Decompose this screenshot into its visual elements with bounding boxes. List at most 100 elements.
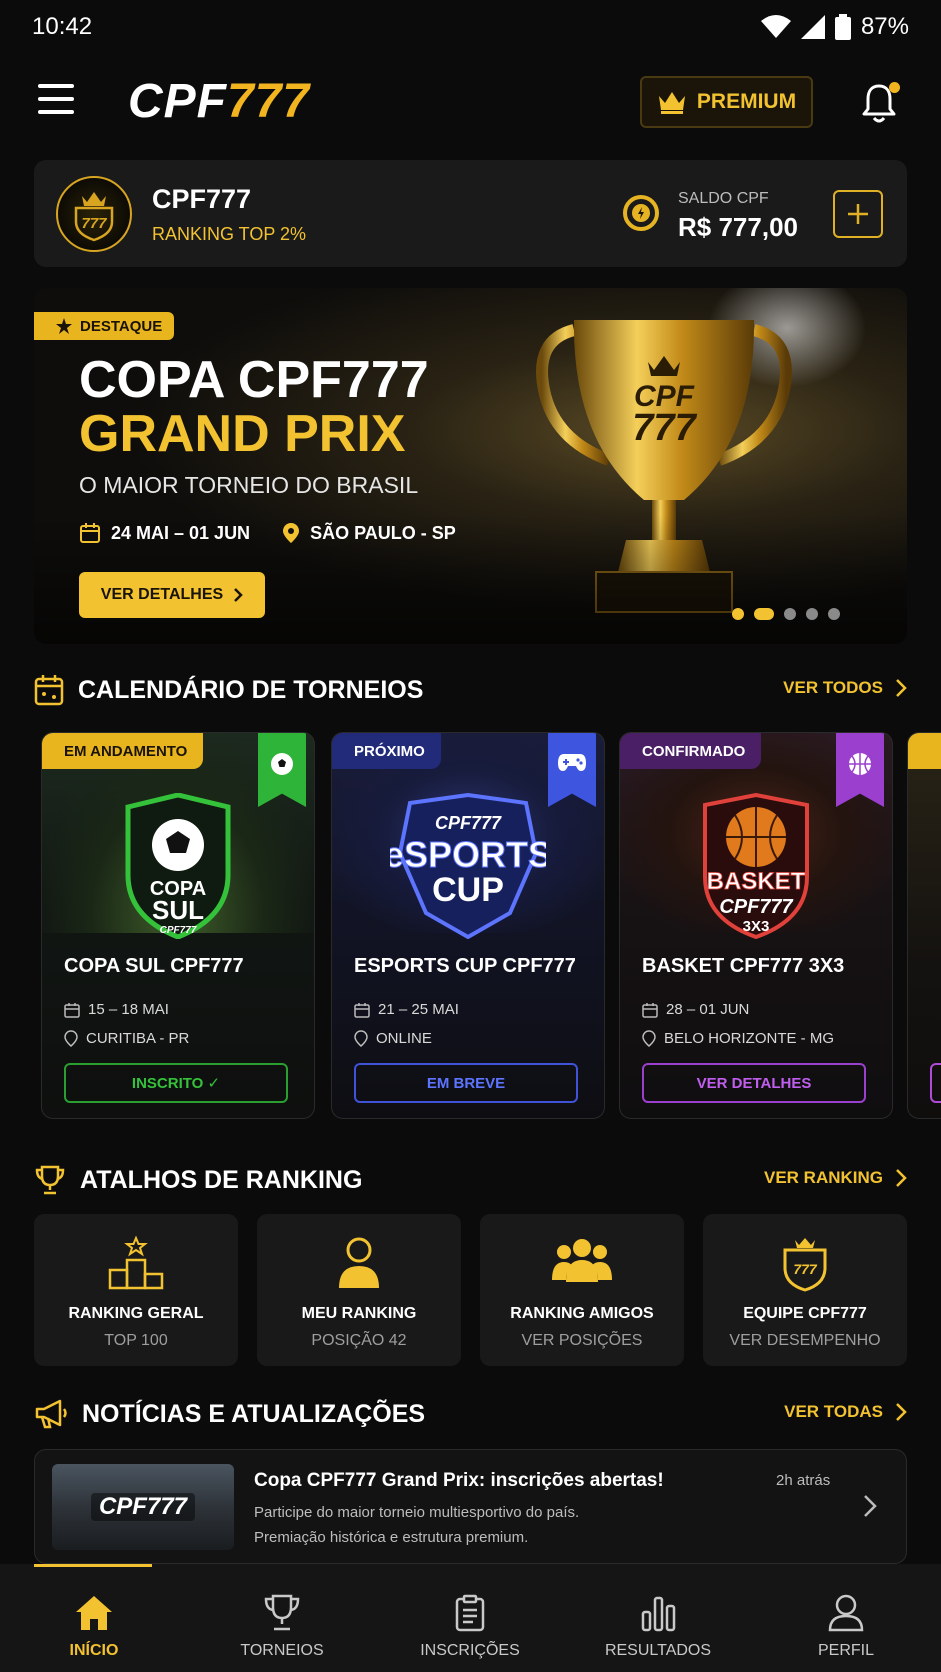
status-badge: CONFIRMADO	[620, 733, 762, 769]
user-card[interactable]: 777 CPF777 RANKING TOP 2% SALDO CPF R$ 7…	[34, 160, 907, 267]
shortcut-subtitle: VER POSIÇÕES	[521, 1332, 643, 1349]
status-icons: 87%	[760, 13, 909, 41]
plus-icon	[848, 204, 868, 224]
tournament-card[interactable]: PRÓXIMO CPF777 eSPORTS CUP ESPORTS CUP C…	[331, 732, 605, 1119]
crest-icon: 777	[74, 192, 114, 242]
news-headline: Copa CPF777 Grand Prix: inscrições abert…	[254, 1470, 664, 1491]
app-logo[interactable]: CPF777	[128, 74, 310, 129]
featured-banner[interactable]: CPF 777 DESTAQUE COPA CPF777 GRAND PRIX …	[34, 288, 907, 644]
status-badge: PRÓXIMO	[332, 733, 441, 769]
ranking-shortcut-friends[interactable]: RANKING AMIGOS VER POSIÇÕES	[480, 1214, 684, 1366]
tournament-card[interactable]: EM ANDAMENTO COPA SUL CPF777 COPA SUL CP…	[41, 732, 315, 1119]
details-button[interactable]: VER DETALHES	[642, 1063, 866, 1103]
status-bar: 10:42 87%	[0, 0, 941, 54]
location-pin-icon	[642, 1030, 656, 1047]
news-thumbnail: CPF777	[52, 1464, 234, 1550]
hero-title-line2: GRAND PRIX	[79, 405, 406, 463]
svg-text:SUL: SUL	[152, 895, 204, 925]
tournament-emblem: CPF777 eSPORTS CUP	[390, 793, 546, 939]
news-item[interactable]: CPF777 Copa CPF777 Grand Prix: inscriçõe…	[34, 1449, 907, 1564]
user-icon	[339, 1237, 379, 1288]
hero-title-line1: COPA CPF777	[79, 351, 429, 409]
news-body: Participe do maior torneio multiesportiv…	[254, 1504, 580, 1546]
chevron-right-icon	[896, 679, 907, 697]
svg-text:BASKET: BASKET	[707, 868, 806, 895]
coming-soon-button[interactable]: EM BREVE	[354, 1063, 578, 1103]
svg-text:777: 777	[81, 215, 107, 232]
ranking-shortcut-team[interactable]: 777 EQUIPE CPF777 VER DESEMPENHO	[703, 1214, 907, 1366]
coin-icon	[623, 195, 659, 231]
user-rank: RANKING TOP 2%	[152, 224, 307, 244]
see-all-news-link[interactable]: VER TODAS	[784, 1402, 907, 1422]
wifi-icon	[760, 15, 791, 38]
chevron-right-icon	[896, 1403, 907, 1421]
carousel-dot-3[interactable]	[784, 608, 796, 620]
hero-subtitle: O MAIOR TORNEIO DO BRASIL	[79, 472, 419, 498]
carousel-dot-4[interactable]	[806, 608, 818, 620]
carousel-dot-1[interactable]	[732, 608, 744, 620]
users-group-icon	[552, 1239, 612, 1282]
add-balance-button[interactable]	[833, 190, 883, 238]
see-all-tournaments-link[interactable]: VER TODOS	[783, 678, 907, 698]
premium-button[interactable]: PREMIUM	[640, 76, 813, 128]
app-bar: CPF777 PREMIUM	[0, 62, 941, 142]
basketball-icon	[849, 753, 871, 775]
shortcut-subtitle: POSIÇÃO 42	[311, 1332, 407, 1349]
nav-home[interactable]: INÍCIO	[0, 1564, 188, 1672]
megaphone-icon	[35, 1399, 67, 1429]
carousel-dot-5[interactable]	[828, 608, 840, 620]
bottom-navigation: INÍCIO TORNEIOS INSCRIÇÕES RESULTADOS PE…	[0, 1564, 941, 1672]
notification-dot	[889, 82, 900, 93]
carousel-dots[interactable]	[732, 608, 840, 620]
ranking-shortcut-general[interactable]: RANKING GERAL TOP 100	[34, 1214, 238, 1366]
bar-chart-icon	[641, 1596, 676, 1632]
notifications-button[interactable]	[860, 82, 900, 126]
location-pin-icon	[283, 523, 300, 543]
svg-text:CUP: CUP	[432, 871, 504, 909]
status-badge: EM ANDAMENTO	[42, 733, 204, 769]
hero-location: SÃO PAULO - SP	[310, 522, 456, 543]
trophy-icon	[264, 1594, 300, 1631]
calendar-icon	[80, 523, 100, 543]
shortcut-subtitle: TOP 100	[104, 1332, 168, 1349]
tournament-card-partial[interactable]	[907, 732, 941, 1119]
tournament-date: 15 – 18 MAI	[64, 1001, 169, 1018]
calendar-icon	[34, 675, 64, 706]
tournament-location: ONLINE	[354, 1030, 432, 1047]
enrolled-button[interactable]: INSCRITO ✓	[64, 1063, 288, 1103]
battery-percent: 87%	[860, 13, 909, 40]
tournament-emblem: COPA SUL CPF777	[125, 793, 231, 939]
tournament-card[interactable]: CONFIRMADO BASKET CPF777 3X3 BASKET CPF7…	[619, 732, 893, 1119]
tournament-name: BASKET CPF777 3X3	[642, 955, 845, 977]
menu-button[interactable]	[38, 84, 78, 116]
ranking-shortcut-mine[interactable]: MEU RANKING POSIÇÃO 42	[257, 1214, 461, 1366]
nav-tournaments[interactable]: TORNEIOS	[188, 1564, 376, 1672]
nav-results[interactable]: RESULTADOS	[564, 1564, 752, 1672]
tournament-name: COPA SUL CPF777	[64, 955, 244, 977]
avatar[interactable]: 777	[56, 176, 132, 252]
location-pin-icon	[64, 1030, 78, 1047]
news-time: 2h atrás	[776, 1472, 831, 1489]
section-title: ATALHOS DE RANKING	[80, 1165, 363, 1194]
nav-profile[interactable]: PERFIL	[752, 1564, 940, 1672]
svg-text:777: 777	[793, 1261, 818, 1277]
tournament-name: ESPORTS CUP CPF777	[354, 955, 576, 977]
calendar-icon	[64, 1002, 80, 1018]
see-ranking-link[interactable]: VER RANKING	[764, 1168, 907, 1188]
chevron-right-icon	[896, 1169, 907, 1187]
status-time: 10:42	[32, 13, 93, 40]
carousel-dot-2[interactable]	[754, 608, 774, 620]
nav-registrations[interactable]: INSCRIÇÕES	[376, 1564, 564, 1672]
battery-icon	[834, 14, 851, 40]
signal-icon	[800, 15, 825, 39]
user-name: CPF777	[152, 184, 252, 214]
tournament-date: 21 – 25 MAI	[354, 1001, 459, 1018]
svg-text:eSPORTS: eSPORTS	[390, 834, 546, 875]
tournament-emblem: BASKET CPF777 3X3	[703, 793, 809, 939]
calendar-icon	[354, 1002, 370, 1018]
featured-badge: DESTAQUE	[34, 312, 175, 340]
hero-details-button[interactable]: VER DETALHES	[79, 572, 265, 618]
section-title: CALENDÁRIO DE TORNEIOS	[78, 675, 424, 704]
crown-icon	[658, 92, 685, 114]
calendar-icon	[642, 1002, 658, 1018]
